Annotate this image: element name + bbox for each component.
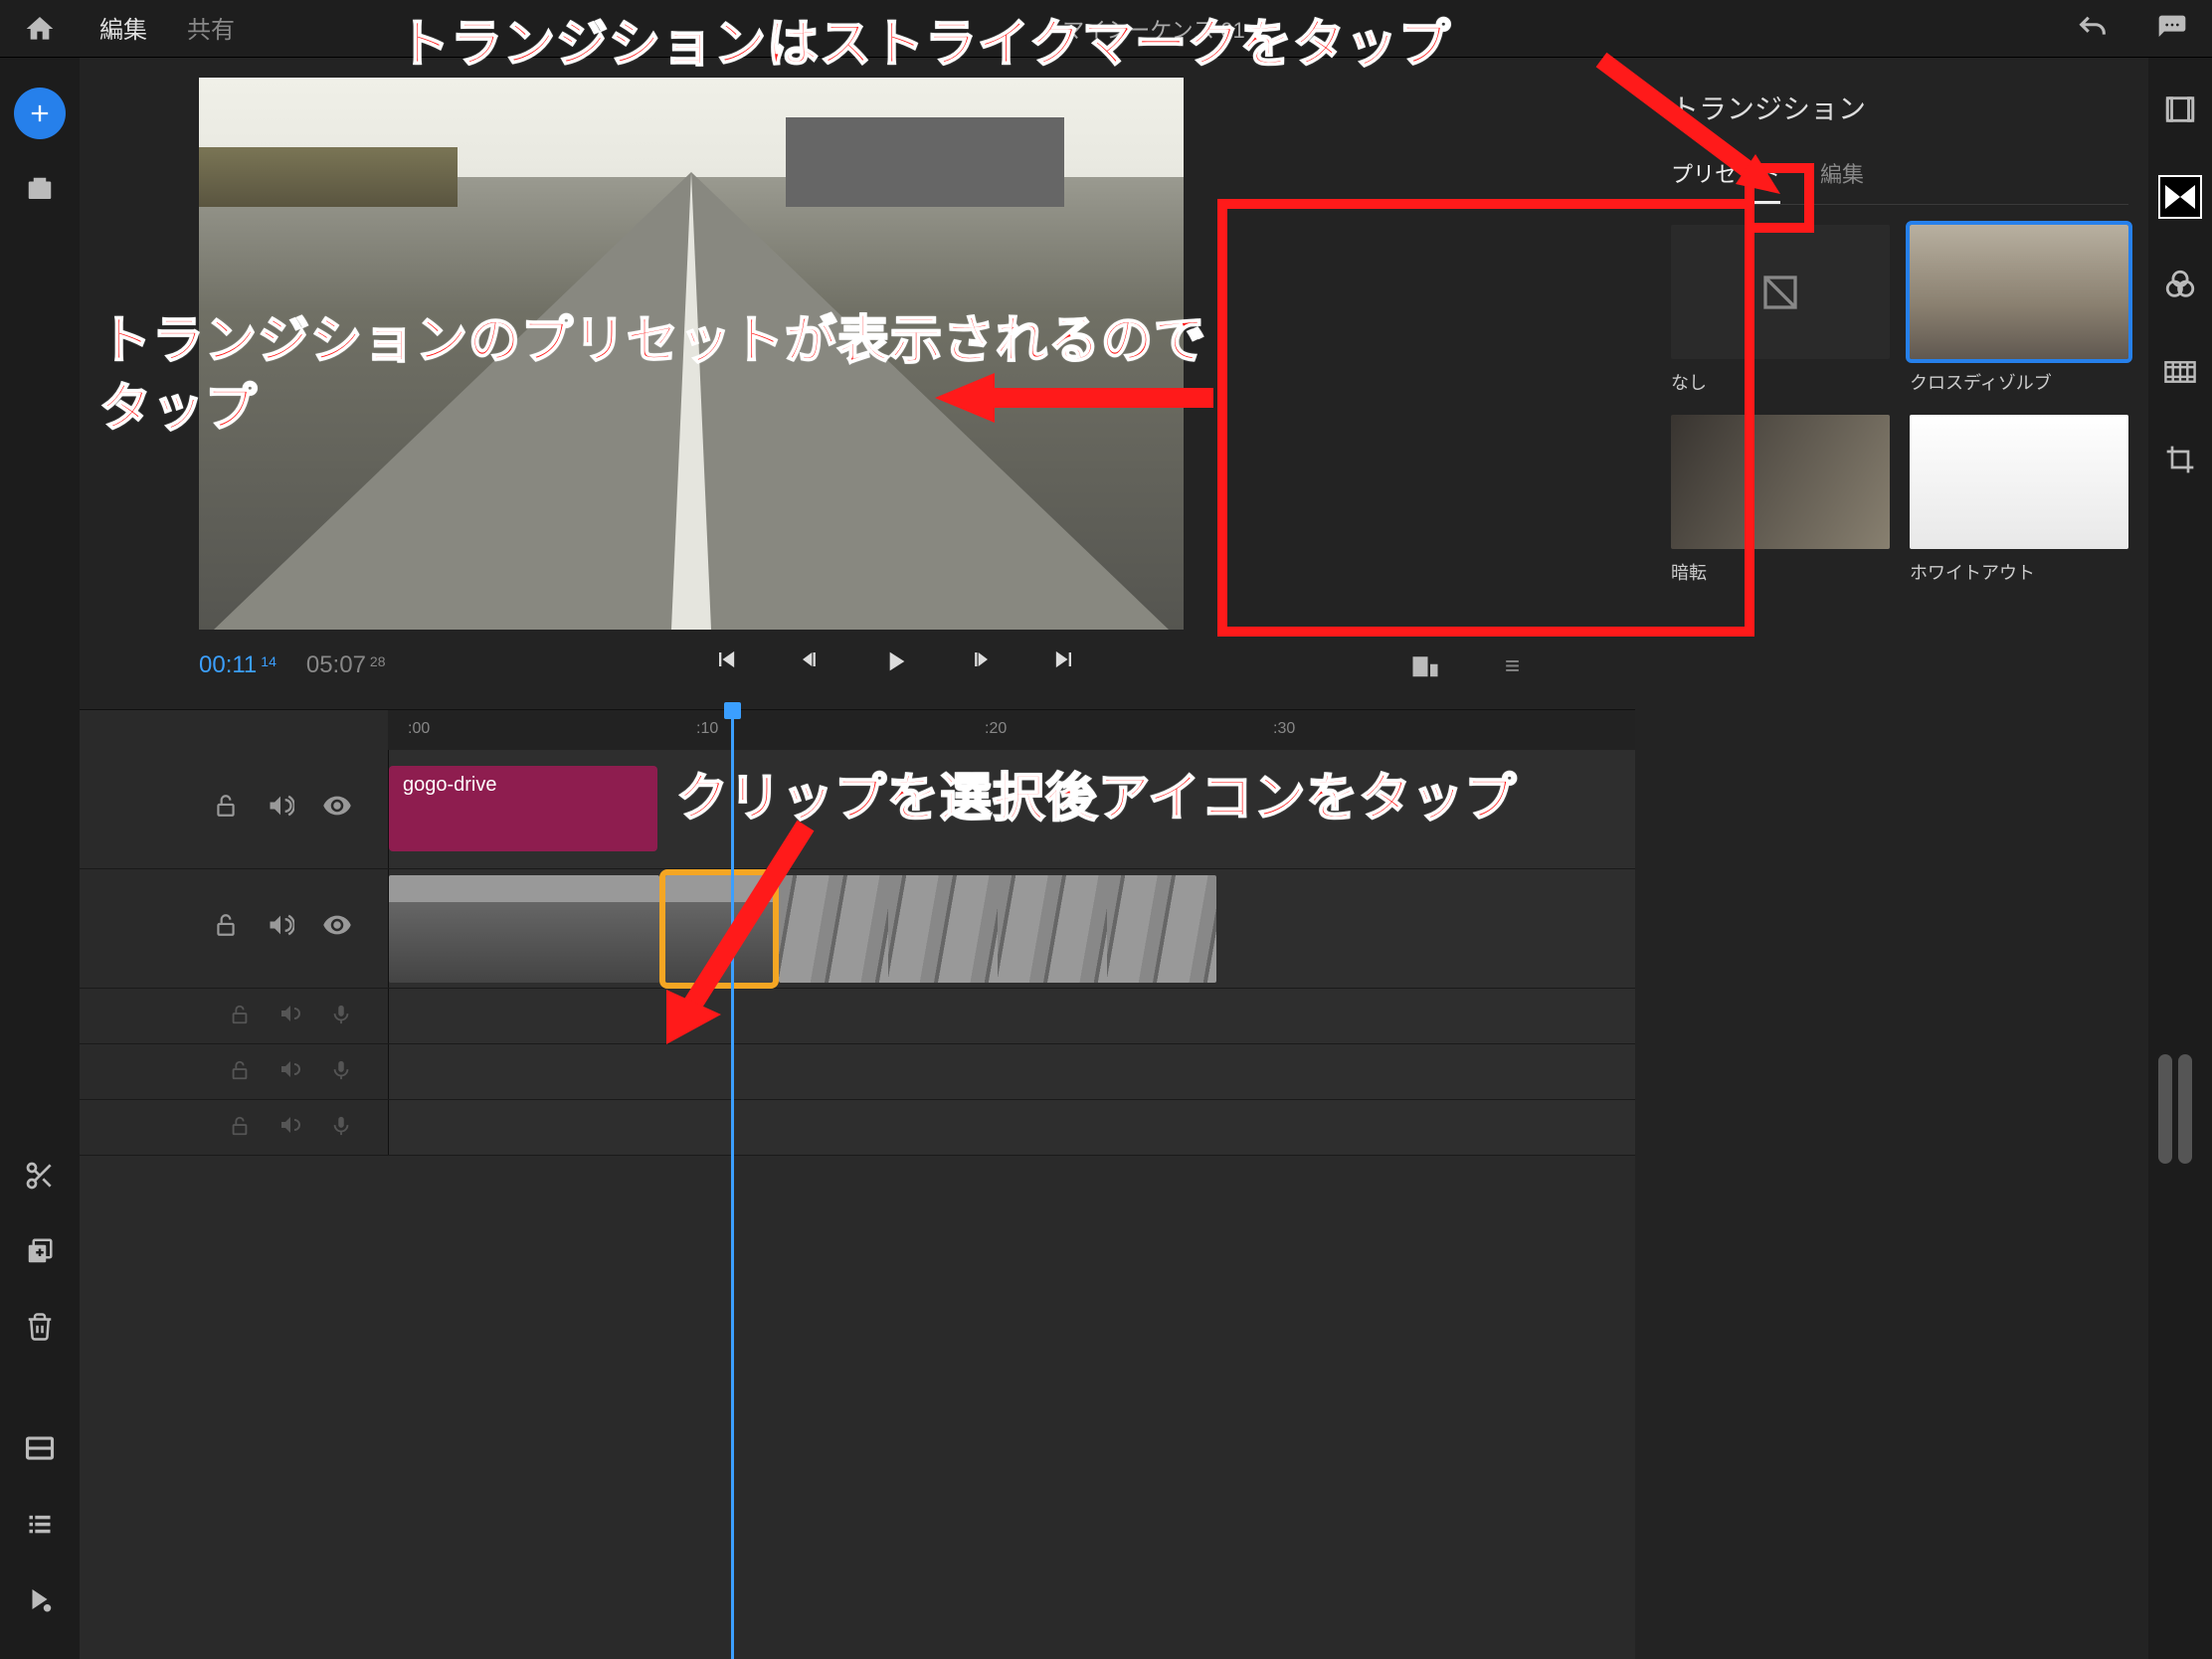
video-clip-1[interactable] (389, 875, 659, 983)
play-tool-icon[interactable] (20, 1579, 60, 1619)
playback-bar: 00:1114 05:0728 ≡ (80, 630, 1635, 709)
aspect-icon[interactable] (1405, 645, 1445, 685)
comment-icon[interactable] (2152, 9, 2192, 49)
preset-label: 暗転 (1671, 559, 1890, 585)
audio-icon[interactable] (278, 1112, 302, 1144)
preset-label: なし (1671, 369, 1890, 395)
right-toolbar (2148, 58, 2212, 1659)
title-clip-label: gogo-drive (403, 774, 497, 796)
scroll-indicator[interactable] (2178, 1054, 2192, 1164)
annotation-text-bottom: クリップを選択後アイコンをタップ (676, 766, 1517, 833)
audio-track-2 (80, 1044, 1635, 1100)
audio-icon[interactable] (278, 1056, 302, 1088)
play-icon[interactable] (879, 645, 911, 685)
right-area: トランジション プリセット 編集 なし クロスディゾルブ 暗転 (1635, 58, 2212, 1659)
transitions-panel: トランジション プリセット 編集 なし クロスディゾルブ 暗転 (1635, 58, 2148, 1659)
scissors-icon[interactable] (20, 1156, 60, 1196)
add-media-button[interactable] (14, 88, 66, 139)
lock-icon[interactable] (213, 912, 239, 945)
step-back-icon[interactable] (796, 645, 824, 685)
time-ruler[interactable]: :00 :10 :20 :30 (388, 710, 1635, 750)
total-time: 05:0728 (286, 651, 386, 679)
preset-label: クロスディゾルブ (1910, 369, 2128, 395)
preset-dip-black[interactable]: 暗転 (1671, 415, 1890, 585)
visibility-icon[interactable] (322, 791, 352, 828)
visibility-icon[interactable] (322, 910, 352, 947)
panel-tab-edit[interactable]: 編集 (1820, 157, 1864, 204)
annotation-text-top: トランジションはストライクマークをタップ (398, 12, 1451, 80)
speed-icon[interactable] (2158, 350, 2202, 394)
center-area: 00:1114 05:0728 ≡ :00 :10 :20 :30 (80, 58, 1635, 1659)
annotation-text-mid: トランジションのプリセットが表示されるので タップ (99, 308, 1206, 443)
panel-grip-icon[interactable]: ≡ (1505, 650, 1516, 681)
ruler-tick: :10 (696, 720, 718, 738)
preset-cross-dissolve[interactable]: クロスディゾルブ (1910, 225, 2128, 395)
project-panel-icon[interactable] (20, 169, 60, 209)
ruler-tick: :30 (1273, 720, 1295, 738)
title-clip[interactable]: gogo-drive (389, 766, 657, 851)
annotation-arrow-bottom (637, 806, 835, 1054)
audio-icon[interactable] (267, 792, 294, 827)
current-time: 00:1114 (199, 651, 276, 679)
lock-icon[interactable] (229, 1001, 251, 1032)
transitions-icon[interactable] (2158, 175, 2202, 219)
audio-icon[interactable] (278, 1001, 302, 1032)
home-icon[interactable] (20, 9, 60, 49)
list-icon[interactable] (20, 1504, 60, 1544)
mic-icon[interactable] (330, 1056, 352, 1088)
mic-icon[interactable] (330, 1112, 352, 1144)
preset-label: ホワイトアウト (1910, 559, 2128, 585)
preset-dip-white[interactable]: ホワイトアウト (1910, 415, 2128, 585)
fullscreen-icon[interactable] (20, 1428, 60, 1468)
trash-icon[interactable] (20, 1307, 60, 1347)
ruler-tick: :00 (408, 720, 430, 738)
tab-share[interactable]: 共有 (187, 0, 235, 62)
go-end-icon[interactable] (1050, 645, 1078, 685)
titles-icon[interactable] (2158, 88, 2202, 131)
timeline[interactable]: :00 :10 :20 :30 gogo-drive (80, 709, 1635, 1659)
annotation-arrow-top (1571, 30, 1790, 199)
step-fwd-icon[interactable] (967, 645, 995, 685)
ruler-tick: :20 (985, 720, 1007, 738)
video-clip-3[interactable] (779, 875, 1216, 983)
duplicate-icon[interactable] (20, 1231, 60, 1271)
audio-icon[interactable] (267, 911, 294, 946)
lock-icon[interactable] (213, 793, 239, 826)
video-track (80, 869, 1635, 989)
audio-track-1 (80, 989, 1635, 1044)
scroll-indicator[interactable] (2158, 1054, 2172, 1164)
audio-track-3 (80, 1100, 1635, 1156)
crop-icon[interactable] (2158, 438, 2202, 481)
tab-edit[interactable]: 編集 (99, 0, 147, 62)
left-toolbar (0, 58, 80, 1659)
undo-icon[interactable] (2073, 9, 2113, 49)
color-icon[interactable] (2158, 263, 2202, 306)
go-start-icon[interactable] (712, 645, 740, 685)
lock-icon[interactable] (229, 1056, 251, 1088)
mic-icon[interactable] (330, 1001, 352, 1032)
preset-none[interactable]: なし (1671, 225, 1890, 395)
lock-icon[interactable] (229, 1112, 251, 1144)
